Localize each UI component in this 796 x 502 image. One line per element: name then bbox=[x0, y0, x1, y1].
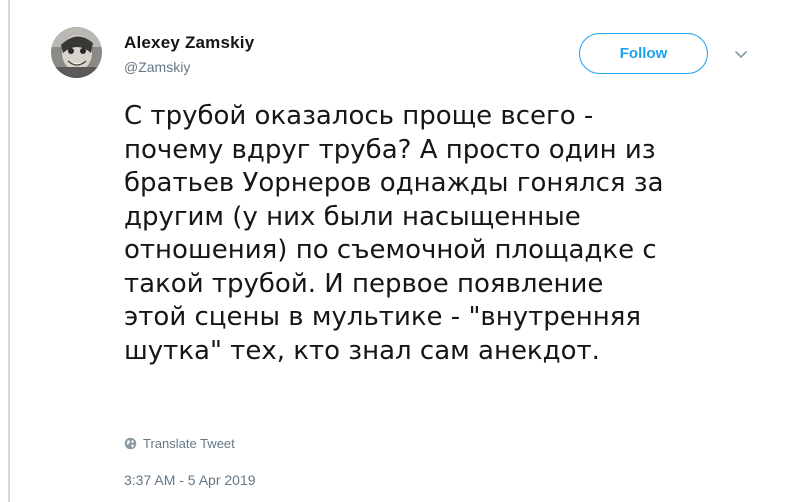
author-handle[interactable]: @Zamskiy bbox=[124, 59, 190, 75]
tweet-line: другим (у них были насыщенные bbox=[124, 201, 581, 232]
tweet-line: С трубой оказалось проще всего - bbox=[124, 101, 594, 131]
translate-tweet-link[interactable]: Translate Tweet bbox=[124, 436, 235, 451]
tweet-line: этой сцены в мультике - "внутренняя bbox=[124, 302, 642, 332]
globe-icon bbox=[124, 437, 137, 450]
tweet-text: С трубой оказалось проще всего - почему … bbox=[124, 100, 764, 368]
tweet-line: отношения) по съемочной площадке с bbox=[124, 235, 657, 265]
divider bbox=[8, 0, 10, 502]
tweet-timestamp[interactable]: 3:37 AM - 5 Apr 2019 bbox=[124, 472, 256, 488]
follow-button[interactable]: Follow bbox=[579, 33, 708, 74]
tweet-line: братьев Уорнеров однажды гонялся за bbox=[124, 168, 664, 198]
tweet-line: шутка" тех, кто знал сам анекдот. bbox=[124, 335, 600, 366]
translate-label: Translate Tweet bbox=[143, 436, 235, 451]
avatar[interactable] bbox=[51, 27, 102, 78]
tweet-card: Alexey Zamskiy @Zamskiy Follow С трубой … bbox=[0, 0, 796, 502]
tweet-line: почему вдруг труба? А просто один из bbox=[124, 134, 656, 165]
author-name[interactable]: Alexey Zamskiy bbox=[124, 33, 254, 53]
tweet-line: такой трубой. И первое появление bbox=[124, 268, 604, 299]
chevron-down-icon[interactable] bbox=[733, 48, 749, 60]
